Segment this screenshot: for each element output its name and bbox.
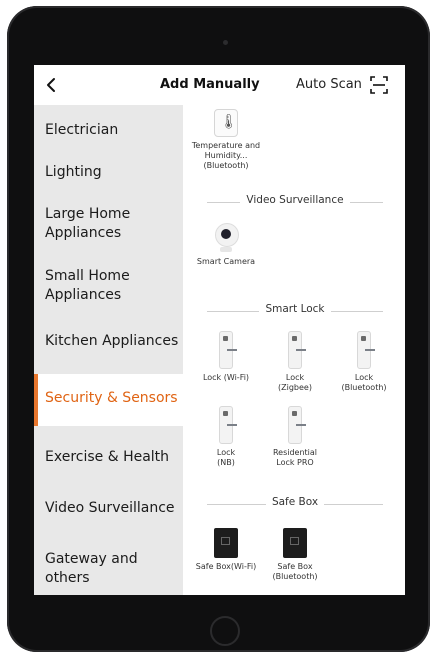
- device-label: Safe Box(Wi-Fi): [195, 562, 257, 571]
- device-lock-nb[interactable]: Lock (NB): [191, 406, 261, 468]
- device-label: Smart Camera: [196, 257, 256, 266]
- back-arrow-icon[interactable]: [42, 75, 62, 95]
- device-label: Safe Box (Bluetooth): [272, 562, 318, 581]
- lock-icon: [288, 331, 306, 369]
- device-label: Lock (Zigbee): [278, 373, 312, 392]
- device-list: 🌡 Temperature and Humidity... (Bluetooth…: [183, 105, 405, 595]
- top-bar: Add Manually Auto Scan: [34, 65, 405, 105]
- app-screen: Add Manually Auto Scan Electrician Light…: [34, 65, 405, 595]
- safe-box-icon: [214, 528, 238, 558]
- device-label: Residential Lock PRO: [272, 448, 318, 467]
- page-title: Add Manually: [160, 77, 260, 92]
- device-lock-bluetooth[interactable]: Lock (Bluetooth): [329, 331, 399, 393]
- sidebar-item-exercise-health[interactable]: Exercise & Health: [34, 448, 183, 467]
- device-safe-box-bluetooth[interactable]: Safe Box (Bluetooth): [260, 528, 330, 582]
- device-temperature-humidity[interactable]: 🌡 Temperature and Humidity... (Bluetooth…: [191, 109, 261, 171]
- section-title: Smart Lock: [259, 303, 331, 315]
- device-residential-lock-pro[interactable]: Residential Lock PRO: [260, 406, 330, 468]
- device-label: Temperature and Humidity... (Bluetooth): [191, 141, 261, 170]
- section-header-safe-box: Safe Box: [207, 496, 383, 512]
- sidebar-item-small-home-appliances[interactable]: Small Home Appliances: [34, 267, 144, 305]
- section-title: Video Surveillance: [240, 194, 350, 206]
- section-header-smart-lock: Smart Lock: [207, 303, 383, 319]
- sidebar-item-kitchen-appliances[interactable]: Kitchen Appliances: [34, 332, 183, 351]
- sidebar-item-gateway-others[interactable]: Gateway and others: [34, 550, 183, 588]
- sidebar-item-video-surveillance[interactable]: Video Surveillance: [34, 499, 183, 518]
- auto-scan-button[interactable]: Auto Scan: [296, 77, 362, 92]
- lock-icon: [219, 406, 237, 444]
- section-title: Safe Box: [265, 496, 325, 508]
- device-label: Lock (Bluetooth): [341, 373, 387, 392]
- device-smart-camera[interactable]: Smart Camera: [191, 223, 261, 267]
- safe-box-icon: [283, 528, 307, 558]
- camera-icon: [214, 223, 239, 253]
- sidebar-item-lighting[interactable]: Lighting: [34, 163, 183, 182]
- scan-qr-icon[interactable]: [370, 76, 388, 94]
- sidebar-item-electrician[interactable]: Electrician: [34, 121, 183, 140]
- device-safe-box-wifi[interactable]: Safe Box(Wi-Fi): [191, 528, 261, 572]
- category-sidebar: Electrician Lighting Large Home Applianc…: [34, 105, 183, 595]
- lock-icon: [357, 331, 375, 369]
- sidebar-item-security-sensors[interactable]: Security & Sensors: [34, 374, 183, 426]
- lock-icon: [288, 406, 306, 444]
- device-lock-wifi[interactable]: Lock (Wi-Fi): [191, 331, 261, 383]
- section-header-video-surveillance: Video Surveillance: [207, 194, 383, 210]
- thermometer-icon: 🌡: [214, 109, 238, 137]
- lock-icon: [219, 331, 237, 369]
- device-lock-zigbee[interactable]: Lock (Zigbee): [260, 331, 330, 393]
- home-button[interactable]: [210, 616, 240, 646]
- device-label: Lock (NB): [216, 448, 236, 467]
- sidebar-item-large-home-appliances[interactable]: Large Home Appliances: [34, 205, 144, 243]
- front-camera: [223, 40, 228, 45]
- device-label: Lock (Wi-Fi): [202, 373, 250, 382]
